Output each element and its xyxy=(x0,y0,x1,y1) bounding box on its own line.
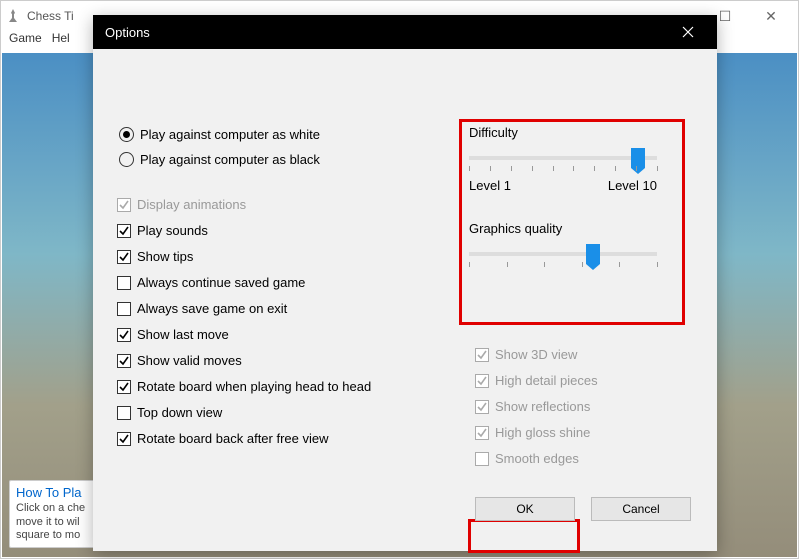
graphics-option-row: Show 3D view xyxy=(475,347,675,362)
graphics-option-row: High gloss shine xyxy=(475,425,675,440)
dialog-titlebar: Options xyxy=(93,15,717,49)
menu-game[interactable]: Game xyxy=(9,31,42,51)
menu-help[interactable]: Hel xyxy=(52,31,70,51)
cancel-button[interactable]: Cancel xyxy=(591,497,691,521)
checkbox[interactable] xyxy=(117,380,131,394)
cancel-label: Cancel xyxy=(622,502,659,516)
radio-label: Play against computer as black xyxy=(140,152,320,167)
checkbox-label: Show tips xyxy=(137,249,193,264)
checkbox xyxy=(475,452,489,466)
checkbox-label: Top down view xyxy=(137,405,222,420)
checkbox-label: Rotate board when playing head to head xyxy=(137,379,371,394)
close-button[interactable]: ✕ xyxy=(748,1,794,31)
graphics-option-row: High detail pieces xyxy=(475,373,675,388)
dialog-close-button[interactable] xyxy=(671,15,705,49)
checkbox-label: Show reflections xyxy=(495,399,590,414)
main-title: Chess Ti xyxy=(27,9,74,23)
dialog-buttons: OK Cancel xyxy=(475,497,691,521)
option-row[interactable]: Show last move xyxy=(117,327,693,342)
checkbox-label: Show valid moves xyxy=(137,353,242,368)
checkbox[interactable] xyxy=(117,432,131,446)
graphics-option-row: Smooth edges xyxy=(475,451,675,466)
dialog-title: Options xyxy=(105,25,150,40)
checkbox[interactable] xyxy=(117,354,131,368)
radio-icon xyxy=(119,152,134,167)
howto-title: How To Pla xyxy=(16,485,97,500)
checkbox[interactable] xyxy=(117,328,131,342)
checkbox xyxy=(475,426,489,440)
ok-label: OK xyxy=(516,502,533,516)
checkbox-label: Always save game on exit xyxy=(137,301,287,316)
checkbox xyxy=(475,400,489,414)
highlight-sliders xyxy=(459,119,685,325)
checkbox-label: Show last move xyxy=(137,327,229,342)
checkbox-label: Always continue saved game xyxy=(137,275,305,290)
options-dialog: Options Play against computer as white P… xyxy=(93,15,717,551)
graphics-check-list: Show 3D view High detail pieces Show refle… xyxy=(475,347,675,477)
howto-body: Click on a che move it to wil square to … xyxy=(16,502,97,543)
app-icon xyxy=(5,8,21,24)
checkbox[interactable] xyxy=(117,224,131,238)
checkbox-label: High detail pieces xyxy=(495,373,598,388)
graphics-option-row: Show reflections xyxy=(475,399,675,414)
checkbox-label: Display animations xyxy=(137,197,246,212)
main-window: Chess Ti ─ ☐ ✕ Game Hel How To Pla Click… xyxy=(0,0,799,559)
close-icon xyxy=(682,26,694,38)
checkbox[interactable] xyxy=(117,302,131,316)
radio-label: Play against computer as white xyxy=(140,127,320,142)
checkbox-label: Smooth edges xyxy=(495,451,579,466)
howto-panel: How To Pla Click on a che move it to wil… xyxy=(9,480,104,548)
checkbox-label: Rotate board back after free view xyxy=(137,431,329,446)
checkbox xyxy=(475,348,489,362)
checkbox-label: Play sounds xyxy=(137,223,208,238)
radio-icon xyxy=(119,127,134,142)
checkbox[interactable] xyxy=(117,250,131,264)
checkbox[interactable] xyxy=(117,276,131,290)
checkbox xyxy=(475,374,489,388)
checkbox-label: Show 3D view xyxy=(495,347,577,362)
ok-button[interactable]: OK xyxy=(475,497,575,521)
checkbox xyxy=(117,198,131,212)
highlight-ok xyxy=(468,519,580,553)
checkbox-label: High gloss shine xyxy=(495,425,590,440)
checkbox[interactable] xyxy=(117,406,131,420)
